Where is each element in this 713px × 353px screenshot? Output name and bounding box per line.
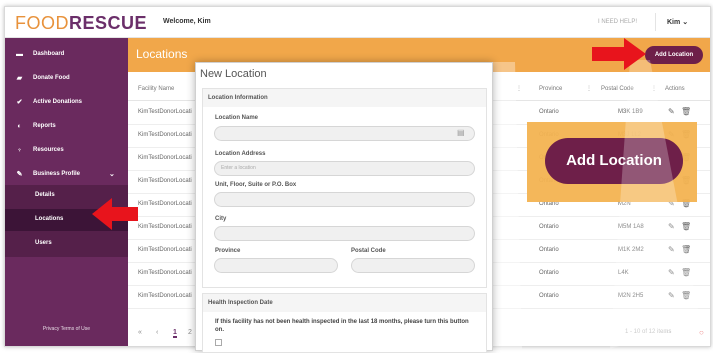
red-arrow-shape bbox=[592, 38, 646, 70]
sidebar-item-donate-food[interactable]: ▰ Donate Food bbox=[5, 68, 128, 90]
postal-code-cell: M3K 1B9 bbox=[618, 109, 643, 115]
postal-code-input[interactable] bbox=[351, 258, 475, 273]
user-menu[interactable]: Kim ⌄ bbox=[667, 18, 688, 26]
red-arrow-shape bbox=[92, 198, 138, 230]
province-input[interactable] bbox=[214, 258, 338, 273]
chevron-down-icon: ⌄ bbox=[682, 19, 689, 26]
arrow-pointing-add-button bbox=[592, 38, 646, 70]
facility-name-cell: KimTestDonorLocati bbox=[138, 155, 192, 161]
modal-title: New Location bbox=[200, 68, 267, 80]
resources-icon: ♆ bbox=[16, 147, 23, 154]
health-inspection-hint: If this facility has not been health ins… bbox=[215, 319, 469, 333]
column-header-province[interactable]: Province bbox=[539, 86, 562, 92]
location-name-label: Location Name bbox=[215, 115, 259, 121]
postal-code-cell: M5M 1A8 bbox=[618, 224, 644, 230]
health-inspection-form: If this facility has not been health ins… bbox=[202, 312, 487, 353]
pagination-count: 1 - 10 of 12 items bbox=[625, 329, 672, 335]
welcome-text: Welcome, Kim bbox=[163, 18, 211, 25]
contact-card-icon: ▤ bbox=[457, 128, 465, 137]
page-title: Locations bbox=[136, 47, 188, 61]
postal-code-cell: M2N 2H5 bbox=[618, 293, 644, 299]
postal-code-label: Postal Code bbox=[351, 248, 386, 254]
business-profile-icon: ✎ bbox=[16, 171, 23, 178]
facility-name-cell: KimTestDonorLocati bbox=[138, 247, 192, 253]
column-header-postal[interactable]: Postal Code bbox=[601, 86, 634, 92]
province-cell: Ontario bbox=[539, 247, 559, 253]
column-header-actions: Actions bbox=[665, 86, 685, 92]
city-label: City bbox=[215, 216, 227, 222]
delete-icon[interactable]: 🗑 bbox=[681, 268, 691, 277]
divider bbox=[655, 13, 656, 31]
help-link[interactable]: I NEED HELP! bbox=[598, 19, 637, 25]
active-donations-icon: ✔ bbox=[16, 99, 23, 106]
user-name: Kim bbox=[667, 19, 681, 26]
sidebar: ▬ Dashboard ▰ Donate Food ✔ Active Donat… bbox=[5, 38, 128, 346]
province-cell: Ontario bbox=[539, 293, 559, 299]
sidebar-footer[interactable]: Privacy Terms of Use bbox=[5, 326, 128, 332]
province-cell: Ontario bbox=[539, 109, 559, 115]
facility-name-cell: KimTestDonorLocati bbox=[138, 109, 192, 115]
delete-icon[interactable]: 🗑 bbox=[681, 107, 691, 116]
sidebar-item-resources[interactable]: ♆ Resources bbox=[5, 140, 128, 162]
province-cell: Ontario bbox=[539, 270, 559, 276]
facility-name-cell: KimTestDonorLocati bbox=[138, 178, 192, 184]
delete-icon[interactable]: 🗑 bbox=[681, 222, 691, 231]
refresh-icon[interactable]: ○ bbox=[699, 328, 704, 337]
column-menu-icon[interactable]: ⋮ bbox=[516, 85, 522, 92]
sidebar-item-dashboard[interactable]: ▬ Dashboard bbox=[5, 44, 128, 66]
add-location-button-zoomed[interactable]: Add Location bbox=[545, 138, 683, 184]
arrow-pointing-locations bbox=[92, 198, 138, 230]
edit-icon[interactable]: ✎ bbox=[668, 222, 675, 231]
section-health-inspection: Health Inspection Date bbox=[202, 293, 487, 313]
facility-name-cell: KimTestDonorLocati bbox=[138, 270, 192, 276]
province-label: Province bbox=[215, 248, 241, 254]
location-address-input[interactable]: Enter a location bbox=[214, 161, 475, 176]
page-2-button[interactable]: 2 bbox=[188, 329, 192, 336]
location-information-form: Location Name ▤ Location Address Enter a… bbox=[202, 107, 487, 288]
edit-icon[interactable]: ✎ bbox=[668, 291, 675, 300]
new-location-modal: New Location Location Information Locati… bbox=[195, 62, 493, 353]
logo[interactable]: FOODRESCUE bbox=[15, 13, 147, 34]
sidebar-item-users[interactable]: Users bbox=[5, 233, 128, 255]
location-name-input[interactable] bbox=[214, 126, 475, 141]
postal-code-cell: M1K 2M2 bbox=[618, 247, 644, 253]
sidebar-item-business-profile[interactable]: ✎ Business Profile ⌄ bbox=[5, 164, 128, 186]
facility-name-cell: KimTestDonorLocati bbox=[138, 132, 192, 138]
city-input[interactable] bbox=[214, 226, 475, 241]
section-location-information: Location Information bbox=[202, 88, 487, 108]
chevron-down-icon: ⌄ bbox=[109, 171, 115, 178]
facility-name-cell: KimTestDonorLocati bbox=[138, 293, 192, 299]
edit-icon[interactable]: ✎ bbox=[668, 107, 675, 116]
add-location-button[interactable]: Add Location bbox=[645, 46, 703, 64]
delete-icon[interactable]: 🗑 bbox=[681, 245, 691, 254]
sidebar-item-reports[interactable]: ◐ Reports bbox=[5, 116, 128, 138]
dashboard-icon: ▬ bbox=[16, 51, 23, 58]
reports-icon: ◐ bbox=[17, 123, 22, 130]
first-page-button[interactable]: « bbox=[138, 329, 142, 336]
location-address-label: Location Address bbox=[215, 151, 266, 157]
province-cell: Ontario bbox=[539, 224, 559, 230]
prev-page-button[interactable]: ‹ bbox=[156, 329, 158, 336]
unit-label: Unit, Floor, Suite or P.O. Box bbox=[215, 182, 297, 188]
column-menu-icon[interactable]: ⋮ bbox=[586, 85, 592, 92]
edit-icon[interactable]: ✎ bbox=[668, 268, 675, 277]
delete-icon[interactable]: 🗑 bbox=[681, 291, 691, 300]
page-1-button[interactable]: 1 bbox=[173, 329, 177, 338]
column-menu-icon[interactable]: ⋮ bbox=[651, 85, 657, 92]
postal-code-cell: L4K bbox=[618, 270, 629, 276]
facility-name-cell: KimTestDonorLocati bbox=[138, 201, 192, 207]
column-header-facility[interactable]: Facility Name bbox=[138, 86, 174, 92]
edit-icon[interactable]: ✎ bbox=[668, 245, 675, 254]
health-inspection-toggle[interactable] bbox=[215, 339, 222, 346]
sidebar-item-active-donations[interactable]: ✔ Active Donations bbox=[5, 92, 128, 114]
donate-icon: ▰ bbox=[16, 75, 23, 82]
unit-input[interactable] bbox=[214, 192, 475, 207]
top-bar: FOODRESCUE Welcome, Kim I NEED HELP! Kim… bbox=[5, 7, 710, 38]
facility-name-cell: KimTestDonorLocati bbox=[138, 224, 192, 230]
